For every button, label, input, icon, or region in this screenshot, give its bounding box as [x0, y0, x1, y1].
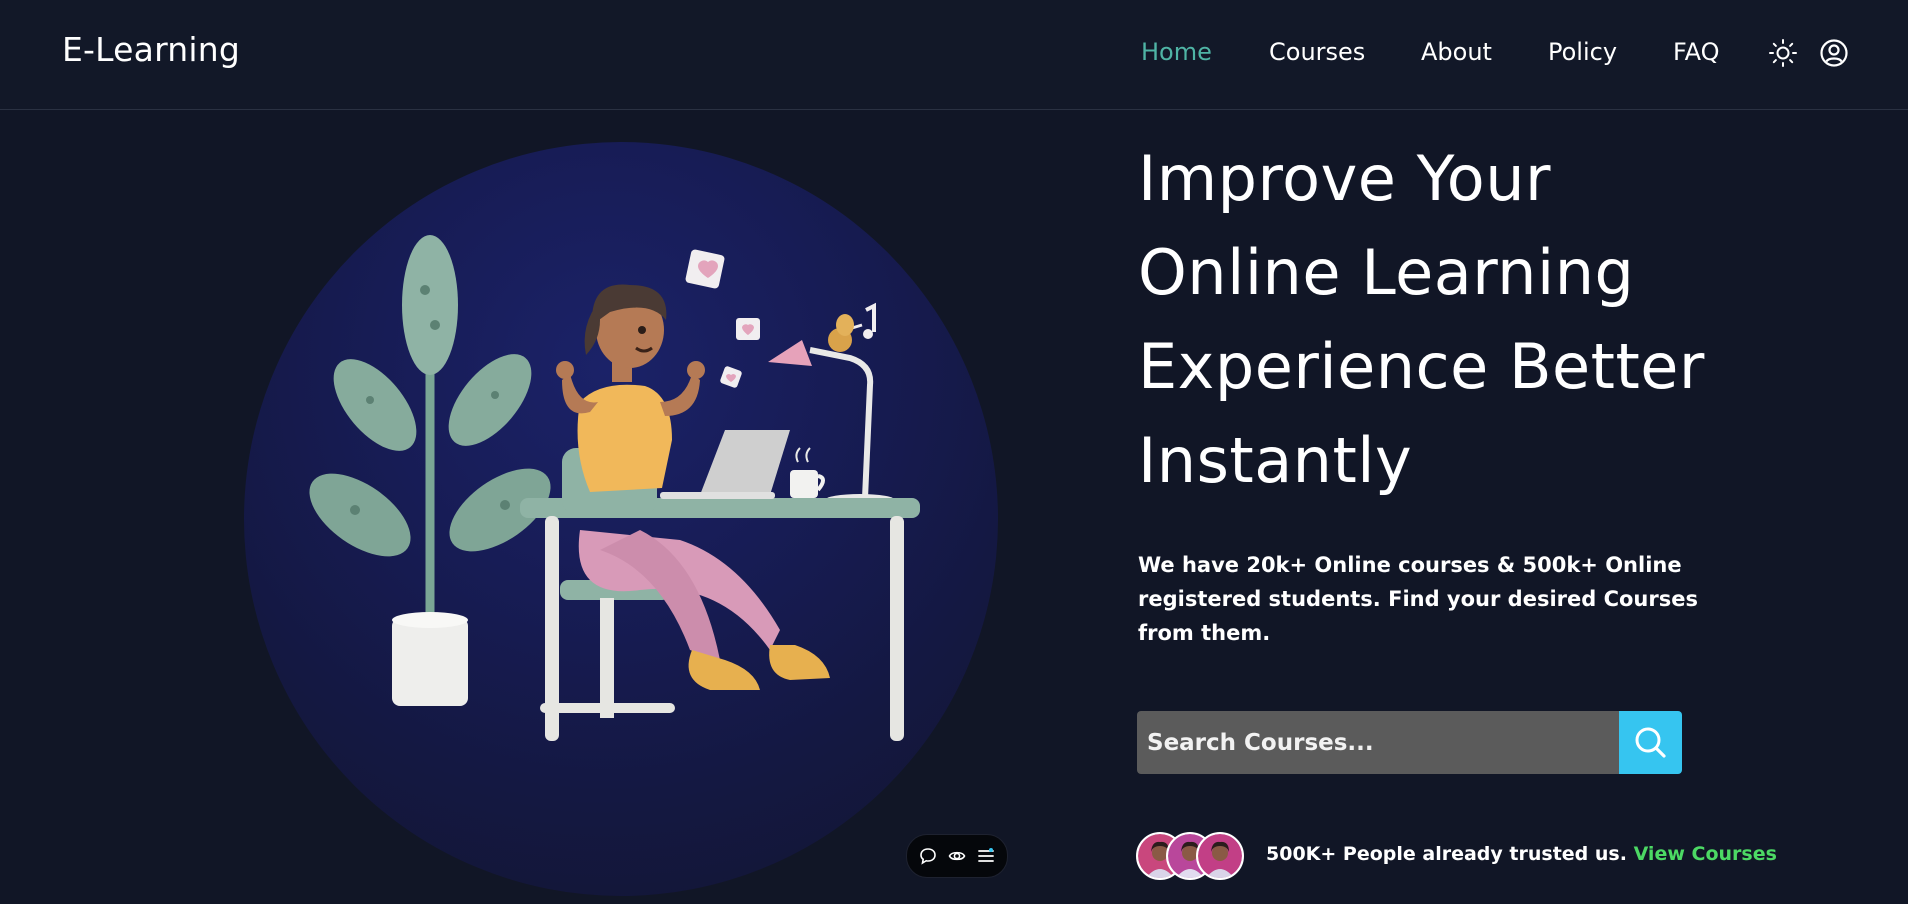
brand-logo[interactable]: E-Learning	[62, 30, 240, 69]
nav-link-faq[interactable]: FAQ	[1673, 38, 1720, 66]
headline-line: Experience Better	[1138, 330, 1705, 403]
desk-lamp-illustration	[768, 314, 895, 506]
trusted-avatars	[1136, 832, 1252, 880]
nav-link-policy[interactable]: Policy	[1548, 38, 1617, 66]
view-courses-link[interactable]: View Courses	[1634, 843, 1777, 865]
user-circle-icon[interactable]	[1819, 38, 1849, 68]
headline-line: Instantly	[1138, 424, 1413, 497]
trust-text: 500K+ People already trusted us.	[1266, 843, 1627, 865]
headline-line: Improve Your	[1138, 142, 1551, 215]
menu-icon[interactable]	[977, 847, 995, 865]
search-button[interactable]	[1619, 711, 1682, 774]
nav-link-courses[interactable]: Courses	[1269, 38, 1365, 66]
eye-icon[interactable]	[948, 847, 966, 865]
top-navbar: E-Learning Home Courses About Policy FAQ	[0, 0, 1908, 110]
search-courses-input[interactable]	[1137, 711, 1619, 774]
nav-link-home[interactable]: Home	[1141, 38, 1212, 66]
hero-headline: Improve Your Online Learning Experience …	[1138, 132, 1858, 508]
sun-icon[interactable]	[1768, 38, 1798, 68]
headline-line: Online Learning	[1138, 236, 1635, 309]
search-icon	[1635, 727, 1666, 758]
nav-link-about[interactable]: About	[1421, 38, 1492, 66]
floating-mini-toolbar	[906, 834, 1008, 878]
hero-illustration	[309, 235, 920, 741]
plant-illustration	[309, 235, 551, 706]
avatar	[1196, 832, 1244, 880]
comment-icon[interactable]	[919, 847, 937, 865]
hero-subtext: We have 20k+ Online courses & 500k+ Onli…	[1138, 553, 1698, 645]
trust-statement: 500K+ People already trusted us. View Co…	[1266, 843, 1777, 865]
course-search-bar	[1137, 711, 1682, 774]
